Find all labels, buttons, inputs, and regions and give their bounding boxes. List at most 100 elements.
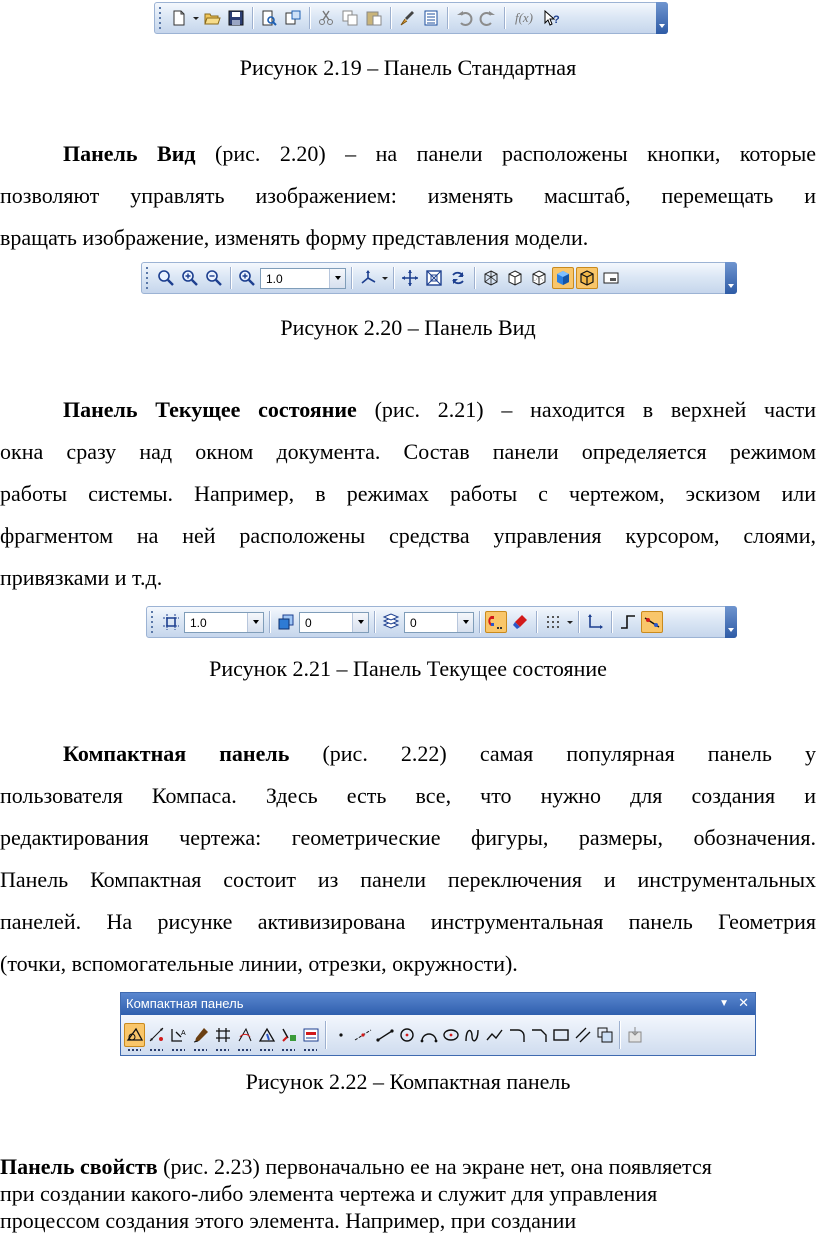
chevron-down-icon[interactable] [247, 612, 263, 632]
cut-icon[interactable] [315, 7, 337, 29]
compact-panel-title: Компактная панель [126, 996, 244, 1011]
arc-icon[interactable] [418, 1023, 439, 1047]
variables-fx-button[interactable]: f(x) [510, 7, 538, 29]
toolbar-grip[interactable] [149, 611, 155, 633]
snaps-magnet-icon[interactable] [485, 611, 507, 633]
document-manager-icon[interactable] [282, 7, 304, 29]
panel-menu-icon[interactable]: ▼ [719, 998, 729, 1009]
fillet-icon[interactable] [506, 1023, 527, 1047]
measure-tab-icon[interactable] [234, 1023, 255, 1051]
standard-toolbar: f(x) ? [154, 2, 668, 34]
notations-tab-icon[interactable]: A [168, 1023, 189, 1051]
layer-state-combobox[interactable]: 0 [404, 611, 474, 633]
chamfer-icon[interactable] [528, 1023, 549, 1047]
term-bold: Компактная панель [63, 741, 290, 766]
properties-list-icon[interactable] [420, 7, 442, 29]
zoom-in-icon[interactable] [179, 267, 201, 289]
text-span: (рис. 2.23) первоначально ее на экране н… [163, 1154, 712, 1179]
new-document-icon[interactable] [168, 7, 190, 29]
paragraph-current-state-panel: Панель Текущее состояние (рис. 2.21) – н… [0, 389, 816, 599]
show-all-icon[interactable] [423, 267, 445, 289]
toolbar-separator [309, 7, 310, 29]
toolbar-options-icon[interactable] [656, 2, 668, 34]
paste-icon[interactable] [363, 7, 385, 29]
copy-properties-brush-icon[interactable] [396, 7, 418, 29]
pan-move-icon[interactable] [399, 267, 421, 289]
context-help-icon[interactable]: ? [540, 7, 562, 29]
scale-value: 1.0 [266, 271, 283, 286]
collect-geometry-icon[interactable] [624, 1023, 645, 1047]
text-line: привязками и т.д. [0, 565, 163, 590]
chevron-down-icon[interactable] [352, 612, 368, 632]
toolbar-options-icon[interactable] [725, 262, 737, 294]
compact-panel-titlebar[interactable]: Компактная панель ▼ ✕ [121, 993, 755, 1015]
polyline-icon[interactable] [484, 1023, 505, 1047]
current-layer-icon[interactable] [275, 611, 297, 633]
toolbar-separator [536, 611, 537, 633]
editing-tab-icon[interactable] [190, 1023, 211, 1051]
selection-tab-icon[interactable] [256, 1023, 277, 1051]
toolbar-grip[interactable] [157, 7, 163, 29]
contour-icon[interactable] [594, 1023, 615, 1047]
chevron-down-icon[interactable] [457, 612, 473, 632]
copy-icon[interactable] [339, 7, 361, 29]
orientation-dropdown[interactable] [381, 267, 388, 289]
geometry-tab-icon[interactable] [124, 1023, 145, 1051]
text-span: (рис. 2.20) – на панели расположены кноп… [215, 141, 816, 166]
term-bold: Панель Текущее состояние [63, 397, 357, 422]
orientation-axes-icon[interactable] [357, 267, 379, 289]
thin-hidden-lines-view-icon[interactable] [528, 267, 550, 289]
dimensions-tab-icon[interactable] [146, 1023, 167, 1051]
cursor-step-combobox[interactable]: 1.0 [184, 611, 264, 633]
toolbar-separator [390, 7, 391, 29]
text-line: фрагментом на ней расположены средства у… [0, 523, 816, 548]
auxiliary-line-icon[interactable] [352, 1023, 373, 1047]
parameterization-icon[interactable] [641, 611, 663, 633]
specification-tab-icon[interactable] [278, 1023, 299, 1051]
perspective-view-icon[interactable] [600, 267, 622, 289]
segment-icon[interactable] [374, 1023, 395, 1047]
ellipse-icon[interactable] [440, 1023, 461, 1047]
reports-tab-icon[interactable] [300, 1023, 321, 1051]
grid-icon[interactable] [542, 611, 564, 633]
zoom-window-icon[interactable] [155, 267, 177, 289]
text-line: Панель Компактная состоит из панели пере… [0, 867, 816, 892]
shaded-with-edges-view-icon[interactable] [576, 267, 598, 289]
local-snaps-icon[interactable] [509, 611, 531, 633]
toolbar-separator [325, 1021, 326, 1049]
shaded-view-icon[interactable] [552, 267, 574, 289]
save-icon[interactable] [225, 7, 247, 29]
layer-state-icon[interactable] [380, 611, 402, 633]
cursor-step-icon[interactable] [160, 611, 182, 633]
equidistant-icon[interactable] [572, 1023, 593, 1047]
rectangle-icon[interactable] [550, 1023, 571, 1047]
circle-icon[interactable] [396, 1023, 417, 1047]
figure-caption: Рисунок 2.22 – Компактная панель [245, 1069, 571, 1094]
zoom-scale-icon[interactable] [236, 267, 258, 289]
rotate-icon[interactable] [447, 267, 469, 289]
point-icon[interactable] [330, 1023, 351, 1047]
redo-icon[interactable] [477, 7, 499, 29]
toolbar-separator [447, 7, 448, 29]
toolbar-options-icon[interactable] [725, 606, 737, 638]
grid-dropdown[interactable] [566, 611, 573, 633]
zoom-out-icon[interactable] [203, 267, 225, 289]
layer-combobox[interactable]: 0 [299, 611, 369, 633]
hidden-lines-view-icon[interactable] [504, 267, 526, 289]
wireframe-view-icon[interactable] [480, 267, 502, 289]
text-line: работы системы. Например, в режимах рабо… [0, 481, 816, 506]
scale-combobox[interactable]: 1.0 [260, 267, 346, 289]
toolbar-grip[interactable] [144, 267, 150, 289]
compact-panel: Компактная панель ▼ ✕ A [120, 992, 756, 1056]
spline-icon[interactable] [462, 1023, 483, 1047]
text-line: процессом создания этого элемента. Напри… [0, 1208, 577, 1233]
open-folder-icon[interactable] [201, 7, 223, 29]
ortho-mode-icon[interactable] [617, 611, 639, 633]
chevron-down-icon[interactable] [329, 268, 345, 288]
local-coordinate-system-icon[interactable] [584, 611, 606, 633]
print-preview-icon[interactable] [258, 7, 280, 29]
parametrization-tab-icon[interactable] [212, 1023, 233, 1051]
close-icon[interactable]: ✕ [738, 995, 749, 1011]
new-document-dropdown[interactable] [192, 7, 199, 29]
undo-icon[interactable] [453, 7, 475, 29]
